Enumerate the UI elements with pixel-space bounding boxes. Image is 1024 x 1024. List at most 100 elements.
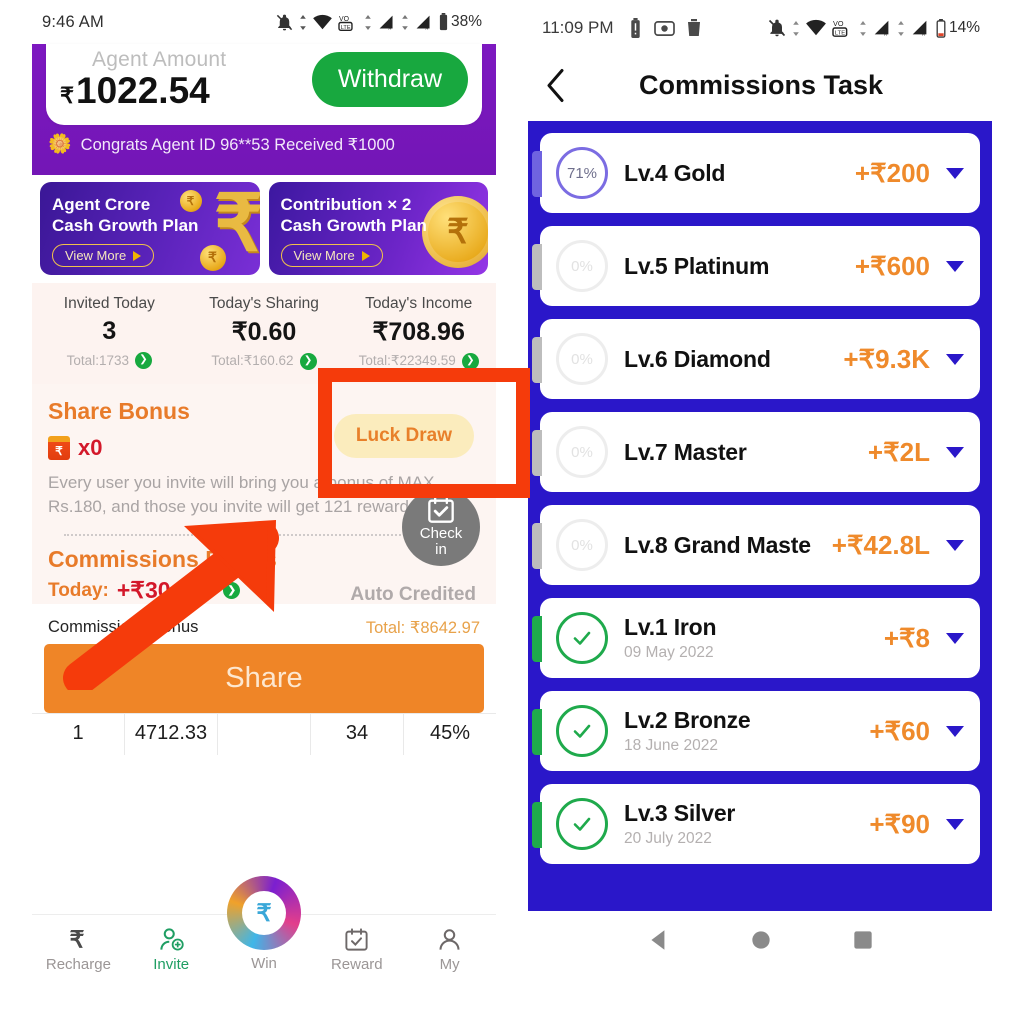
level-info: Lv.4 Gold bbox=[608, 160, 855, 187]
chevron-down-icon-5[interactable] bbox=[946, 539, 964, 551]
status-time: 9:46 AM bbox=[42, 12, 104, 31]
commissions-task-list: 71% Lv.4 Gold +₹200 0% Lv.5 Platinum +₹6… bbox=[528, 121, 992, 911]
updown-arrows-icon-3 bbox=[402, 14, 408, 30]
level-amount-4: +₹2L bbox=[867, 436, 930, 467]
progress-ring-icon-4: 0% bbox=[556, 426, 608, 478]
updown-arrows-icon-4 bbox=[793, 20, 799, 36]
wifi-icon bbox=[313, 14, 332, 29]
svg-text:x: x bbox=[425, 25, 428, 31]
money-bag-inner: ₹ bbox=[242, 891, 286, 935]
level-name-8: Lv.3 Silver bbox=[624, 800, 736, 826]
right-status-time: 11:09 PM bbox=[542, 18, 614, 37]
level-amount-2: +₹600 bbox=[854, 250, 930, 281]
level-row-lv5[interactable]: 0% Lv.5 Platinum +₹600 bbox=[532, 226, 980, 306]
row-tab-indicator-3 bbox=[532, 337, 542, 383]
row-tab-indicator-5 bbox=[532, 523, 542, 569]
progress-ring-icon: 71% bbox=[556, 147, 608, 199]
level-amount-7: +₹60 bbox=[869, 715, 930, 746]
android-back-button[interactable] bbox=[646, 927, 672, 958]
level-name-2: Lv.5 Platinum bbox=[624, 252, 770, 279]
row-tab-indicator-8 bbox=[532, 802, 542, 848]
stat-total-text: Total:1733 bbox=[66, 352, 129, 368]
level-amount-3: +₹9.3K bbox=[843, 343, 930, 374]
row-tab-indicator-7 bbox=[532, 709, 542, 755]
chevron-down-icon-7[interactable] bbox=[946, 725, 964, 737]
chevron-right-icon[interactable]: ❯ bbox=[134, 351, 152, 369]
nav-label-win: Win bbox=[251, 954, 277, 972]
level-row-lv1[interactable]: Lv.1 Iron 09 May 2022 +₹8 bbox=[532, 598, 980, 678]
left-phone-screen: 9:46 AM VO LTE x x 38% Agent Amount ₹ 10… bbox=[32, 0, 496, 984]
stats-row: Invited Today 3 Total:1733 ❯ Today's Sha… bbox=[32, 282, 496, 384]
commissions-bonus-section: Check in Commissions Bonus Today: +₹304.… bbox=[32, 488, 496, 605]
stat-value: 3 bbox=[102, 316, 117, 345]
signal-2-icon: x bbox=[416, 15, 430, 31]
view-more-button[interactable]: View More bbox=[52, 244, 155, 268]
chevron-down-icon-2[interactable] bbox=[946, 260, 964, 272]
level-row-lv3[interactable]: Lv.3 Silver 20 July 2022 +₹90 bbox=[532, 784, 980, 864]
stat-invited-today[interactable]: Invited Today 3 Total:1733 ❯ bbox=[32, 283, 187, 384]
money-bag-icon[interactable]: ₹ bbox=[227, 876, 301, 950]
promo-card-agent-crore[interactable]: ₹ ₹ ₹ Agent Crore Cash Growth Plan View … bbox=[40, 181, 260, 275]
chevron-down-icon-3[interactable] bbox=[946, 353, 964, 365]
share-button[interactable]: Share bbox=[44, 644, 484, 714]
agent-amount-block: Agent Amount ₹1022.54 bbox=[60, 48, 226, 111]
stat-total-2: Total:₹160.62 ❯ bbox=[191, 352, 338, 370]
android-home-button[interactable] bbox=[748, 927, 774, 958]
agent-amount-label: Agent Amount bbox=[92, 48, 227, 71]
rupee-symbol: ₹ bbox=[60, 83, 74, 108]
nav-item-invite[interactable]: Invite bbox=[125, 926, 218, 973]
back-icon[interactable] bbox=[546, 68, 566, 109]
nav-item-recharge[interactable]: ₹ Recharge bbox=[32, 926, 125, 973]
stat-value-3: ₹708.96 bbox=[372, 317, 465, 346]
stat-todays-income[interactable]: Today's Income ₹708.96 Total:₹22349.59 ❯ bbox=[341, 283, 496, 384]
stat-total-text-2: Total:₹160.62 bbox=[211, 353, 294, 369]
level-row-lv4[interactable]: 71% Lv.4 Gold +₹200 bbox=[532, 133, 980, 213]
stat-value-2: ₹0.60 bbox=[231, 317, 297, 346]
level-info-8: Lv.3 Silver 20 July 2022 bbox=[608, 800, 869, 848]
level-name-5: Lv.8 Grand Maste bbox=[624, 531, 811, 558]
chevron-right-icon-4[interactable]: ❯ bbox=[223, 582, 241, 600]
check-in-button[interactable]: Check in bbox=[402, 488, 480, 567]
signal-1-icon: x bbox=[379, 15, 393, 31]
right-phone-screen: 11:09 PM VO LTE x x 14% Commissions Task… bbox=[528, 0, 994, 1000]
nav-item-reward[interactable]: Reward bbox=[310, 926, 403, 973]
chevron-right-icon-2[interactable]: ❯ bbox=[299, 352, 317, 370]
mute-bell-icon-2 bbox=[768, 19, 786, 37]
nav-item-my[interactable]: My bbox=[403, 926, 496, 973]
view-more-label-2: View More bbox=[293, 248, 355, 264]
signal-1-icon-2: x bbox=[874, 20, 889, 37]
level-row-lv7[interactable]: 0% Lv.7 Master +₹2L bbox=[532, 412, 980, 492]
agent-header: Agent Amount ₹1022.54 Withdraw 🌼 Congrat… bbox=[32, 44, 496, 175]
promo-card-contribution[interactable]: ₹ Contribution × 2 Cash Growth Plan View… bbox=[268, 181, 488, 275]
level-row-lv2[interactable]: Lv.2 Bronze 18 June 2022 +₹60 bbox=[532, 691, 980, 771]
level-info-3: Lv.6 Diamond bbox=[608, 346, 843, 373]
chevron-down-icon[interactable] bbox=[946, 167, 964, 179]
check-in-line1: Check bbox=[419, 525, 463, 543]
chevron-down-icon-6[interactable] bbox=[946, 632, 964, 644]
row-tab-indicator-6 bbox=[532, 616, 542, 662]
chevron-right-icon-3[interactable]: ❯ bbox=[461, 352, 479, 370]
level-row-lv8[interactable]: 0% Lv.8 Grand Maste +₹42.8L bbox=[532, 505, 980, 585]
level-name-3: Lv.6 Diamond bbox=[624, 345, 771, 372]
battery-alert-icon bbox=[630, 17, 640, 38]
withdraw-button[interactable]: Withdraw bbox=[311, 51, 468, 107]
chevron-down-icon-4[interactable] bbox=[946, 446, 964, 458]
agent-amount-value: ₹1022.54 bbox=[60, 71, 226, 111]
updown-arrows-icon-5 bbox=[860, 20, 866, 36]
nav-label-invite: Invite bbox=[153, 956, 190, 973]
check-circle-icon-3 bbox=[556, 798, 608, 850]
view-more-label: View More bbox=[65, 248, 127, 264]
chevron-down-icon-8[interactable] bbox=[946, 818, 964, 830]
stat-todays-sharing[interactable]: Today's Sharing ₹0.60 Total:₹160.62 ❯ bbox=[187, 283, 342, 384]
table-cell-3 bbox=[218, 714, 311, 756]
level-row-lv6[interactable]: 0% Lv.6 Diamond +₹9.3K bbox=[532, 319, 980, 399]
trash-icon bbox=[687, 19, 700, 36]
android-recents-button[interactable] bbox=[850, 927, 876, 958]
calendar-check-icon-2 bbox=[345, 928, 368, 951]
nav-label-my: My bbox=[439, 956, 460, 973]
view-more-button-2[interactable]: View More bbox=[280, 244, 383, 268]
level-date-3: 20 July 2022 bbox=[624, 830, 712, 847]
table-header-left: Commissions Bonus bbox=[48, 618, 199, 637]
nav-item-win[interactable]: ₹ Win bbox=[218, 876, 311, 972]
luck-draw-button[interactable]: Luck Draw bbox=[333, 413, 474, 458]
